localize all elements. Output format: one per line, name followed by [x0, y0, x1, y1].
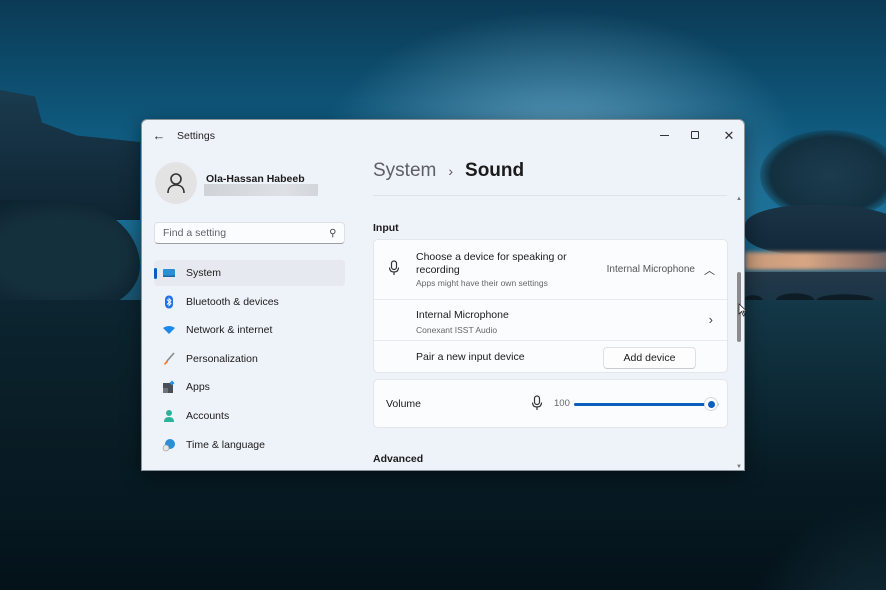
chevron-right-icon: › — [708, 312, 713, 327]
sidebar-item-label: Personalization — [186, 352, 258, 365]
settings-window: ← Settings ✕ Ola-Hassan Habeeb ⚲ — [141, 119, 745, 471]
maximize-icon — [691, 131, 699, 139]
pair-device-label: Pair a new input device — [416, 351, 525, 363]
sidebar-item-label: Network & internet — [186, 324, 273, 337]
minimize-button[interactable] — [647, 124, 681, 146]
sidebar-item-time-language[interactable]: Time & language — [154, 432, 345, 458]
profile-email-redacted — [204, 184, 318, 196]
monitor-icon — [163, 269, 175, 277]
sidebar-item-label: Apps — [186, 381, 210, 394]
slider-thumb[interactable] — [704, 397, 718, 411]
minimize-icon — [659, 134, 669, 136]
add-device-button[interactable]: Add device — [603, 347, 696, 369]
input-devices-card: Choose a device for speaking or recordin… — [373, 239, 728, 373]
globe-clock-icon — [162, 438, 175, 451]
choose-device-title: Choose a device for speaking or recordin… — [416, 251, 567, 276]
back-button[interactable]: ← — [150, 128, 168, 144]
sidebar-item-system[interactable]: System — [154, 260, 345, 286]
bluetooth-icon — [165, 295, 173, 309]
sidebar-item-network[interactable]: Network & internet — [154, 317, 345, 343]
maximize-button[interactable] — [678, 124, 712, 146]
wallpaper-cloud — [745, 205, 886, 255]
scroll-down-arrow-icon[interactable]: ▼ — [736, 464, 742, 470]
breadcrumb-parent[interactable]: System — [373, 160, 436, 182]
section-heading-advanced: Advanced — [373, 453, 424, 465]
header-divider — [373, 195, 727, 196]
sidebar-item-label: Accounts — [186, 409, 230, 422]
breadcrumb: System › Sound — [373, 160, 524, 182]
search-input[interactable] — [163, 227, 329, 239]
sidebar-item-bluetooth[interactable]: Bluetooth & devices — [154, 289, 345, 315]
sidebar-item-accounts[interactable]: Accounts — [154, 403, 345, 429]
sidebar-item-personalization[interactable]: Personalization — [154, 346, 345, 372]
title-bar: ← Settings ✕ — [142, 120, 744, 152]
pair-device-row: Pair a new input device Add device — [374, 340, 727, 373]
apps-icon — [163, 380, 175, 394]
search-icon[interactable]: ⚲ — [329, 228, 336, 239]
close-icon: ✕ — [723, 127, 735, 143]
sidebar-item-label: Bluetooth & devices — [186, 295, 279, 308]
sidebar-nav: System Bluetooth & devices Network & int… — [154, 260, 345, 460]
sidebar-item-apps[interactable]: Apps — [154, 374, 345, 400]
input-device-name: Internal Microphone — [416, 309, 509, 321]
volume-slider[interactable] — [574, 397, 719, 411]
wallpaper-beach — [0, 300, 140, 470]
breadcrumb-separator-icon: › — [448, 163, 454, 179]
brush-icon — [164, 352, 175, 365]
input-volume-card: Volume 100 — [373, 379, 728, 428]
search-box[interactable]: ⚲ — [154, 222, 345, 244]
microphone-icon — [388, 260, 400, 275]
chevron-up-icon[interactable]: ︿ — [704, 262, 715, 278]
app-title: Settings — [177, 130, 215, 142]
sidebar-item-label: Time & language — [186, 438, 265, 451]
section-heading-input: Input — [373, 222, 399, 234]
page-title: Sound — [465, 160, 525, 181]
input-device-item[interactable]: Internal Microphone Conexant ISST Audio … — [374, 299, 727, 340]
avatar[interactable] — [155, 162, 197, 204]
back-arrow-icon: ← — [152, 128, 166, 143]
input-device-driver: Conexant ISST Audio — [416, 325, 498, 335]
mouse-cursor-icon — [738, 303, 748, 317]
close-button[interactable]: ✕ — [712, 124, 744, 146]
person-outline-icon — [167, 173, 185, 194]
scroll-up-arrow-icon[interactable]: ▲ — [736, 196, 742, 202]
choose-input-device-row[interactable]: Choose a device for speaking or recordin… — [374, 240, 727, 299]
person-icon — [164, 409, 174, 422]
microphone-icon[interactable] — [531, 395, 543, 411]
volume-label: Volume — [386, 398, 422, 410]
choose-device-subtitle: Apps might have their own settings — [416, 278, 548, 288]
volume-value: 100 — [554, 398, 570, 409]
wallpaper-sunset — [745, 252, 886, 270]
slider-fill — [574, 403, 711, 406]
selected-input-device: Internal Microphone — [606, 264, 695, 275]
sidebar-item-label: System — [186, 267, 222, 279]
scrollbar[interactable]: ▲ ▼ — [735, 196, 743, 470]
wifi-icon — [163, 326, 175, 335]
